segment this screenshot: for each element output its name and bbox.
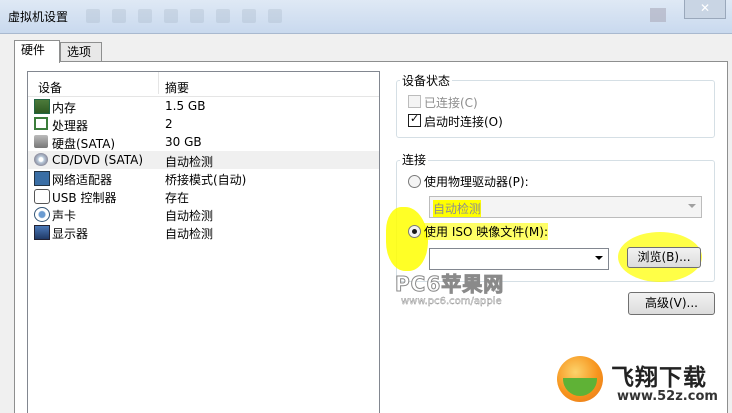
column-header-summary[interactable]: 摘要 bbox=[165, 79, 189, 96]
device-name: 声卡 bbox=[52, 209, 77, 223]
device-list-header: 设备 摘要 bbox=[28, 72, 379, 97]
harddisk-icon bbox=[34, 135, 48, 148]
pc6-watermark-text: PC6苹果网 bbox=[395, 272, 505, 297]
connect-at-power-on-label: 启动时连接(O) bbox=[424, 115, 503, 129]
device-row[interactable]: 硬盘(SATA) 30 GB bbox=[28, 133, 379, 151]
device-row[interactable]: CD/DVD (SATA) 自动检测 bbox=[28, 151, 379, 169]
physical-drive-label: 使用物理驱动器(P): bbox=[424, 175, 529, 189]
processor-icon bbox=[34, 117, 48, 130]
device-row[interactable]: 处理器 2 bbox=[28, 115, 379, 133]
pc6-watermark-url: www.pc6.com/apple bbox=[401, 296, 502, 307]
device-name: 内存 bbox=[52, 101, 77, 115]
device-summary: 自动检测 bbox=[165, 155, 214, 169]
window-title: 虚拟机设置 bbox=[8, 10, 69, 24]
connect-at-power-on-checkbox[interactable] bbox=[408, 112, 421, 127]
device-name: USB 控制器 bbox=[52, 191, 117, 205]
iso-image-radio[interactable] bbox=[408, 225, 421, 238]
cd-dvd-icon bbox=[34, 153, 48, 166]
device-name: 硬盘(SATA) bbox=[52, 137, 116, 151]
feixiang-watermark: 飞翔下载 www.52z.com bbox=[557, 356, 727, 408]
device-status-legend: 设备状态 bbox=[400, 72, 453, 89]
network-adapter-icon bbox=[34, 171, 50, 186]
background-window-icon bbox=[650, 8, 666, 22]
device-summary: 2 bbox=[165, 117, 173, 131]
device-summary: 存在 bbox=[165, 191, 190, 205]
connected-label: 已连接(C) bbox=[424, 96, 478, 110]
feixiang-url: www.52z.com bbox=[617, 389, 718, 404]
physical-drive-select[interactable]: 自动检测 bbox=[429, 196, 702, 218]
device-summary: 桥接模式(自动) bbox=[165, 173, 247, 187]
device-summary: 1.5 GB bbox=[165, 99, 206, 113]
chevron-down-icon[interactable] bbox=[595, 256, 603, 260]
chevron-down-icon bbox=[688, 204, 696, 208]
device-name: 显示器 bbox=[52, 227, 89, 241]
title-bar: 虚拟机设置 ✕ bbox=[0, 0, 732, 34]
device-list[interactable]: 设备 摘要 内存 1.5 GB 处理器 2 硬盘(SATA) 30 GB CD/DVD (S… bbox=[27, 71, 380, 413]
column-header-device[interactable]: 设备 bbox=[38, 79, 62, 96]
feixiang-logo-icon bbox=[557, 356, 603, 402]
tab-hardware[interactable]: 硬件 bbox=[14, 40, 60, 63]
device-summary: 30 GB bbox=[165, 135, 202, 149]
pc6-watermark: PC6苹果网 www.pc6.com/apple bbox=[395, 268, 520, 308]
memory-icon bbox=[34, 99, 50, 114]
device-row[interactable]: 网络适配器 桥接模式(自动) bbox=[28, 169, 379, 187]
device-row[interactable]: 显示器 自动检测 bbox=[28, 223, 379, 241]
display-icon bbox=[34, 225, 50, 240]
device-summary: 自动检测 bbox=[165, 227, 214, 241]
device-summary: 自动检测 bbox=[165, 209, 214, 223]
physical-drive-radio[interactable] bbox=[408, 175, 421, 188]
iso-image-label: 使用 ISO 映像文件(M): bbox=[424, 223, 548, 240]
device-name: 网络适配器 bbox=[52, 173, 113, 187]
close-button[interactable]: ✕ bbox=[684, 0, 726, 19]
connection-legend: 连接 bbox=[400, 151, 429, 168]
sound-card-icon bbox=[34, 207, 50, 222]
background-toolbar bbox=[80, 5, 400, 27]
device-name: CD/DVD (SATA) bbox=[52, 153, 144, 167]
physical-drive-value: 自动检测 bbox=[433, 200, 482, 217]
device-row[interactable]: USB 控制器 存在 bbox=[28, 187, 379, 205]
iso-path-input[interactable] bbox=[429, 248, 609, 270]
device-name: 处理器 bbox=[52, 119, 89, 133]
device-row[interactable]: 内存 1.5 GB bbox=[28, 97, 379, 115]
tab-options[interactable]: 选项 bbox=[60, 42, 102, 62]
browse-button[interactable]: 浏览(B)... bbox=[627, 247, 701, 268]
device-row[interactable]: 声卡 自动检测 bbox=[28, 205, 379, 223]
advanced-button[interactable]: 高级(V)... bbox=[628, 292, 715, 315]
usb-icon bbox=[34, 189, 50, 204]
connected-checkbox[interactable] bbox=[408, 95, 421, 108]
feixiang-brand-text: 飞翔下载 bbox=[611, 365, 707, 391]
